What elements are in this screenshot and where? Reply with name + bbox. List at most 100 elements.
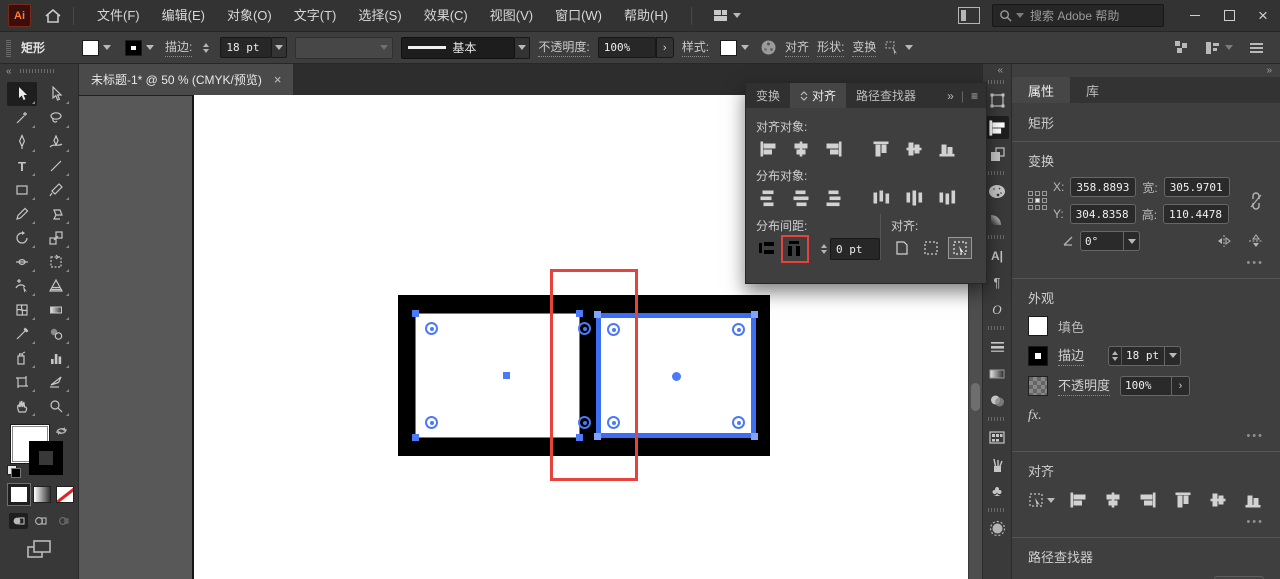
- hamburger-menu-icon[interactable]: [1249, 42, 1264, 54]
- tab-properties[interactable]: 属性: [1012, 77, 1070, 103]
- distribute-top-button[interactable]: [756, 188, 780, 208]
- dock-grip[interactable]: [988, 326, 1006, 330]
- selection-handle[interactable]: [751, 433, 758, 440]
- height-field[interactable]: 110.4478: [1163, 204, 1229, 224]
- align-middle-vertical-button[interactable]: [902, 139, 926, 159]
- distribute-bottom-button[interactable]: [822, 188, 846, 208]
- eraser-tool[interactable]: [41, 202, 71, 226]
- pen-tool[interactable]: [7, 130, 37, 154]
- corner-widget[interactable]: [425, 416, 438, 429]
- constrain-proportions-icon[interactable]: [1248, 191, 1264, 211]
- direct-selection-tool[interactable]: [41, 82, 71, 106]
- default-fill-stroke-icon[interactable]: [7, 465, 21, 478]
- transform-panel-icon[interactable]: [985, 89, 1009, 112]
- document-tab[interactable]: 未标题-1* @ 50 % (CMYK/预览) ×: [79, 64, 293, 95]
- color-button[interactable]: [10, 486, 28, 503]
- stroke-weight-value[interactable]: 18 pt: [1121, 346, 1165, 366]
- free-transform-tool[interactable]: [41, 250, 71, 274]
- search-box[interactable]: [992, 4, 1164, 27]
- selection-handle[interactable]: [412, 310, 419, 317]
- menu-file[interactable]: 文件(F): [86, 0, 151, 31]
- minimize-button[interactable]: [1178, 0, 1212, 31]
- zoom-tool[interactable]: [41, 394, 71, 418]
- recolor-artwork-icon[interactable]: [760, 39, 777, 56]
- swatches-panel-icon[interactable]: [985, 426, 1009, 449]
- opacity-dropdown[interactable]: ›: [1172, 376, 1190, 396]
- symbols-panel-icon[interactable]: ♣: [985, 480, 1009, 503]
- artboard-tool[interactable]: [7, 370, 37, 394]
- tab-align[interactable]: 对齐: [790, 83, 846, 108]
- collapse-panel-icon[interactable]: »: [947, 89, 954, 103]
- draw-behind-mode[interactable]: [31, 513, 50, 529]
- spacing-stepper[interactable]: [818, 244, 830, 254]
- align-panel-link[interactable]: 对齐: [785, 38, 809, 57]
- distribute-left-button[interactable]: [869, 188, 893, 208]
- fill-color-dropdown[interactable]: [79, 38, 114, 58]
- spacing-value-field[interactable]: 0 pt: [830, 238, 880, 260]
- corner-widget[interactable]: [732, 416, 745, 429]
- stroke-weight-dropdown[interactable]: [1165, 346, 1181, 366]
- perspective-grid-tool[interactable]: [41, 274, 71, 298]
- align-top-button[interactable]: [1171, 490, 1194, 510]
- flip-horizontal-icon[interactable]: [1216, 234, 1232, 248]
- panel-grip[interactable]: [6, 39, 11, 57]
- shape-panel-link[interactable]: 形状:: [817, 38, 844, 57]
- dock-grip[interactable]: [988, 235, 1006, 239]
- stroke-panel-icon[interactable]: [985, 335, 1009, 358]
- align-right-button[interactable]: [1137, 490, 1160, 510]
- align-to-selection-button[interactable]: [920, 238, 942, 258]
- selection-tool[interactable]: [7, 82, 37, 106]
- profile-dropdown-button[interactable]: [515, 37, 530, 59]
- align-center-horizontal-button[interactable]: [1102, 490, 1125, 510]
- align-middle-vertical-button[interactable]: [1206, 490, 1229, 510]
- panel-columns-icon[interactable]: [1205, 41, 1233, 55]
- workspace-switcher[interactable]: [714, 10, 741, 21]
- horizontal-distribute-space-button[interactable]: [784, 239, 806, 259]
- tab-library[interactable]: 库: [1070, 77, 1115, 103]
- corner-widget[interactable]: [732, 323, 745, 336]
- magic-wand-tool[interactable]: [7, 106, 37, 130]
- draw-normal-mode[interactable]: [9, 513, 28, 529]
- symbol-sprayer-tool[interactable]: [7, 346, 37, 370]
- tab-transform[interactable]: 变换: [746, 83, 790, 108]
- curvature-tool[interactable]: [41, 130, 71, 154]
- close-button[interactable]: ×: [1246, 0, 1280, 31]
- align-bottom-button[interactable]: [935, 139, 959, 159]
- hand-tool[interactable]: [7, 394, 37, 418]
- align-to-artboard-button[interactable]: [891, 238, 913, 258]
- dock-grip[interactable]: [988, 508, 1006, 512]
- scale-tool[interactable]: [41, 226, 71, 250]
- swap-fill-stroke-icon[interactable]: [55, 425, 68, 437]
- transform-panel-link[interactable]: 变换: [852, 38, 876, 57]
- align-to-dropdown[interactable]: [1028, 492, 1055, 508]
- change-screen-mode-icon[interactable]: [26, 539, 78, 559]
- dock-grip[interactable]: [988, 417, 1006, 421]
- line-segment-tool[interactable]: [41, 154, 71, 178]
- panel-menu-icon[interactable]: ≡: [971, 89, 978, 103]
- menu-view[interactable]: 视图(V): [479, 0, 544, 31]
- close-tab-icon[interactable]: ×: [274, 72, 282, 87]
- align-to-key-object-button[interactable]: [949, 238, 971, 258]
- distribute-right-button[interactable]: [935, 188, 959, 208]
- brush-definition-dropdown[interactable]: [295, 37, 393, 59]
- stroke-swatch[interactable]: [1028, 346, 1048, 366]
- left-rect-center-point[interactable]: [503, 372, 510, 379]
- style-dropdown[interactable]: [717, 38, 752, 58]
- menu-help[interactable]: 帮助(H): [613, 0, 679, 31]
- variable-width-profile-dropdown[interactable]: 基本: [401, 37, 515, 59]
- gradient-tool[interactable]: [41, 298, 71, 322]
- collapse-properties-icon[interactable]: »: [1266, 65, 1272, 76]
- gradient-button[interactable]: [33, 486, 51, 503]
- dock-options-icon[interactable]: [1174, 40, 1189, 55]
- menu-effect[interactable]: 效果(C): [413, 0, 479, 31]
- search-input[interactable]: [1028, 8, 1142, 24]
- dock-grip[interactable]: [988, 80, 1006, 84]
- corner-widget[interactable]: [425, 322, 438, 335]
- eyedropper-tool[interactable]: [7, 322, 37, 346]
- stroke-weight-combo[interactable]: 18 pt: [1108, 346, 1181, 366]
- rotate-tool[interactable]: [7, 226, 37, 250]
- align-bottom-button[interactable]: [1241, 490, 1264, 510]
- vertical-distribute-space-button[interactable]: [756, 239, 778, 259]
- width-field[interactable]: 305.9701: [1164, 177, 1230, 197]
- align-top-button[interactable]: [869, 139, 893, 159]
